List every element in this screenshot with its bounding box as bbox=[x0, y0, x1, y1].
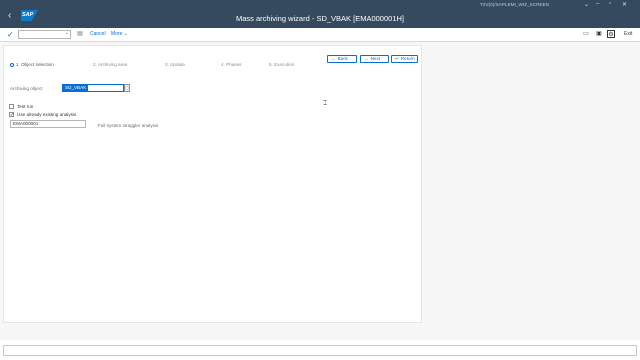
back-button[interactable]: ← Back bbox=[327, 55, 357, 63]
dropdown-icon[interactable]: ⌄ bbox=[584, 1, 589, 8]
active-step-icon bbox=[10, 62, 14, 67]
archiving-object-label: Archiving object bbox=[10, 86, 43, 91]
analysis-description: Full system straggler analysis bbox=[98, 123, 159, 128]
roadmap-step-3[interactable]: 3. Update bbox=[165, 62, 185, 67]
roadmap-step-4[interactable]: 4. Phases bbox=[221, 62, 241, 67]
settings-icon[interactable]: ⚙ bbox=[607, 30, 615, 38]
return-icon: ↩ bbox=[395, 56, 399, 61]
test-run-checkbox[interactable] bbox=[9, 104, 14, 109]
value-help-icon[interactable]: ▢ bbox=[124, 84, 130, 92]
cancel-button[interactable]: Cancel bbox=[90, 31, 106, 37]
more-menu-button[interactable]: More ⌄ bbox=[111, 31, 128, 37]
chevron-down-icon: ⌄ bbox=[123, 31, 128, 37]
mouse-cursor-icon: ⌶ bbox=[323, 100, 328, 107]
chevron-down-icon[interactable]: ⌄ bbox=[65, 30, 69, 36]
roadmap-step-1[interactable]: 1. Object selection bbox=[10, 62, 54, 67]
system-info: T2V(0)/SAPLEMI_WIZ_SCREEN bbox=[480, 2, 550, 7]
application-toolbar: ✓ ⌄ ▤ Cancel More ⌄ ▭ ▣ ⚙ Exit bbox=[0, 28, 640, 42]
checkmark-icon: ✓ bbox=[10, 112, 15, 118]
roadmap-step-5[interactable]: 5. Execution bbox=[269, 62, 294, 67]
command-field[interactable]: ⌄ bbox=[18, 30, 71, 39]
analysis-input[interactable]: EMA000001 bbox=[10, 120, 86, 128]
shell-header: ‹ SAP Mass archiving wizard - SD_VBAK [E… bbox=[0, 0, 640, 28]
exit-button[interactable]: Exit bbox=[624, 31, 632, 37]
window-title: Mass archiving wizard - SD_VBAK [EMA0000… bbox=[236, 14, 404, 23]
next-button[interactable]: → Next bbox=[360, 55, 389, 63]
close-icon[interactable]: ✕ bbox=[622, 1, 627, 8]
test-run-label: Test run bbox=[17, 104, 34, 109]
status-bar bbox=[3, 345, 637, 356]
roadmap-step-2[interactable]: 2. Archiving area bbox=[93, 62, 127, 67]
arrow-left-icon: ← bbox=[331, 56, 336, 61]
use-existing-analysis-checkbox[interactable]: ✓ bbox=[9, 112, 15, 118]
maximize-icon[interactable]: ▫ bbox=[609, 1, 611, 7]
arrow-right-icon: → bbox=[364, 56, 369, 61]
minimize-icon[interactable]: – bbox=[596, 1, 599, 7]
archiving-object-input[interactable]: SD_VBAK bbox=[62, 84, 124, 92]
layout-icon[interactable]: ▭ bbox=[582, 30, 590, 38]
checkmark-icon[interactable]: ✓ bbox=[7, 30, 14, 39]
use-existing-analysis-label: Use already existing analysis bbox=[17, 112, 77, 117]
save-icon[interactable]: ▤ bbox=[76, 30, 84, 38]
return-button[interactable]: ↩ Return bbox=[391, 55, 418, 63]
print-icon[interactable]: ▣ bbox=[595, 30, 603, 38]
